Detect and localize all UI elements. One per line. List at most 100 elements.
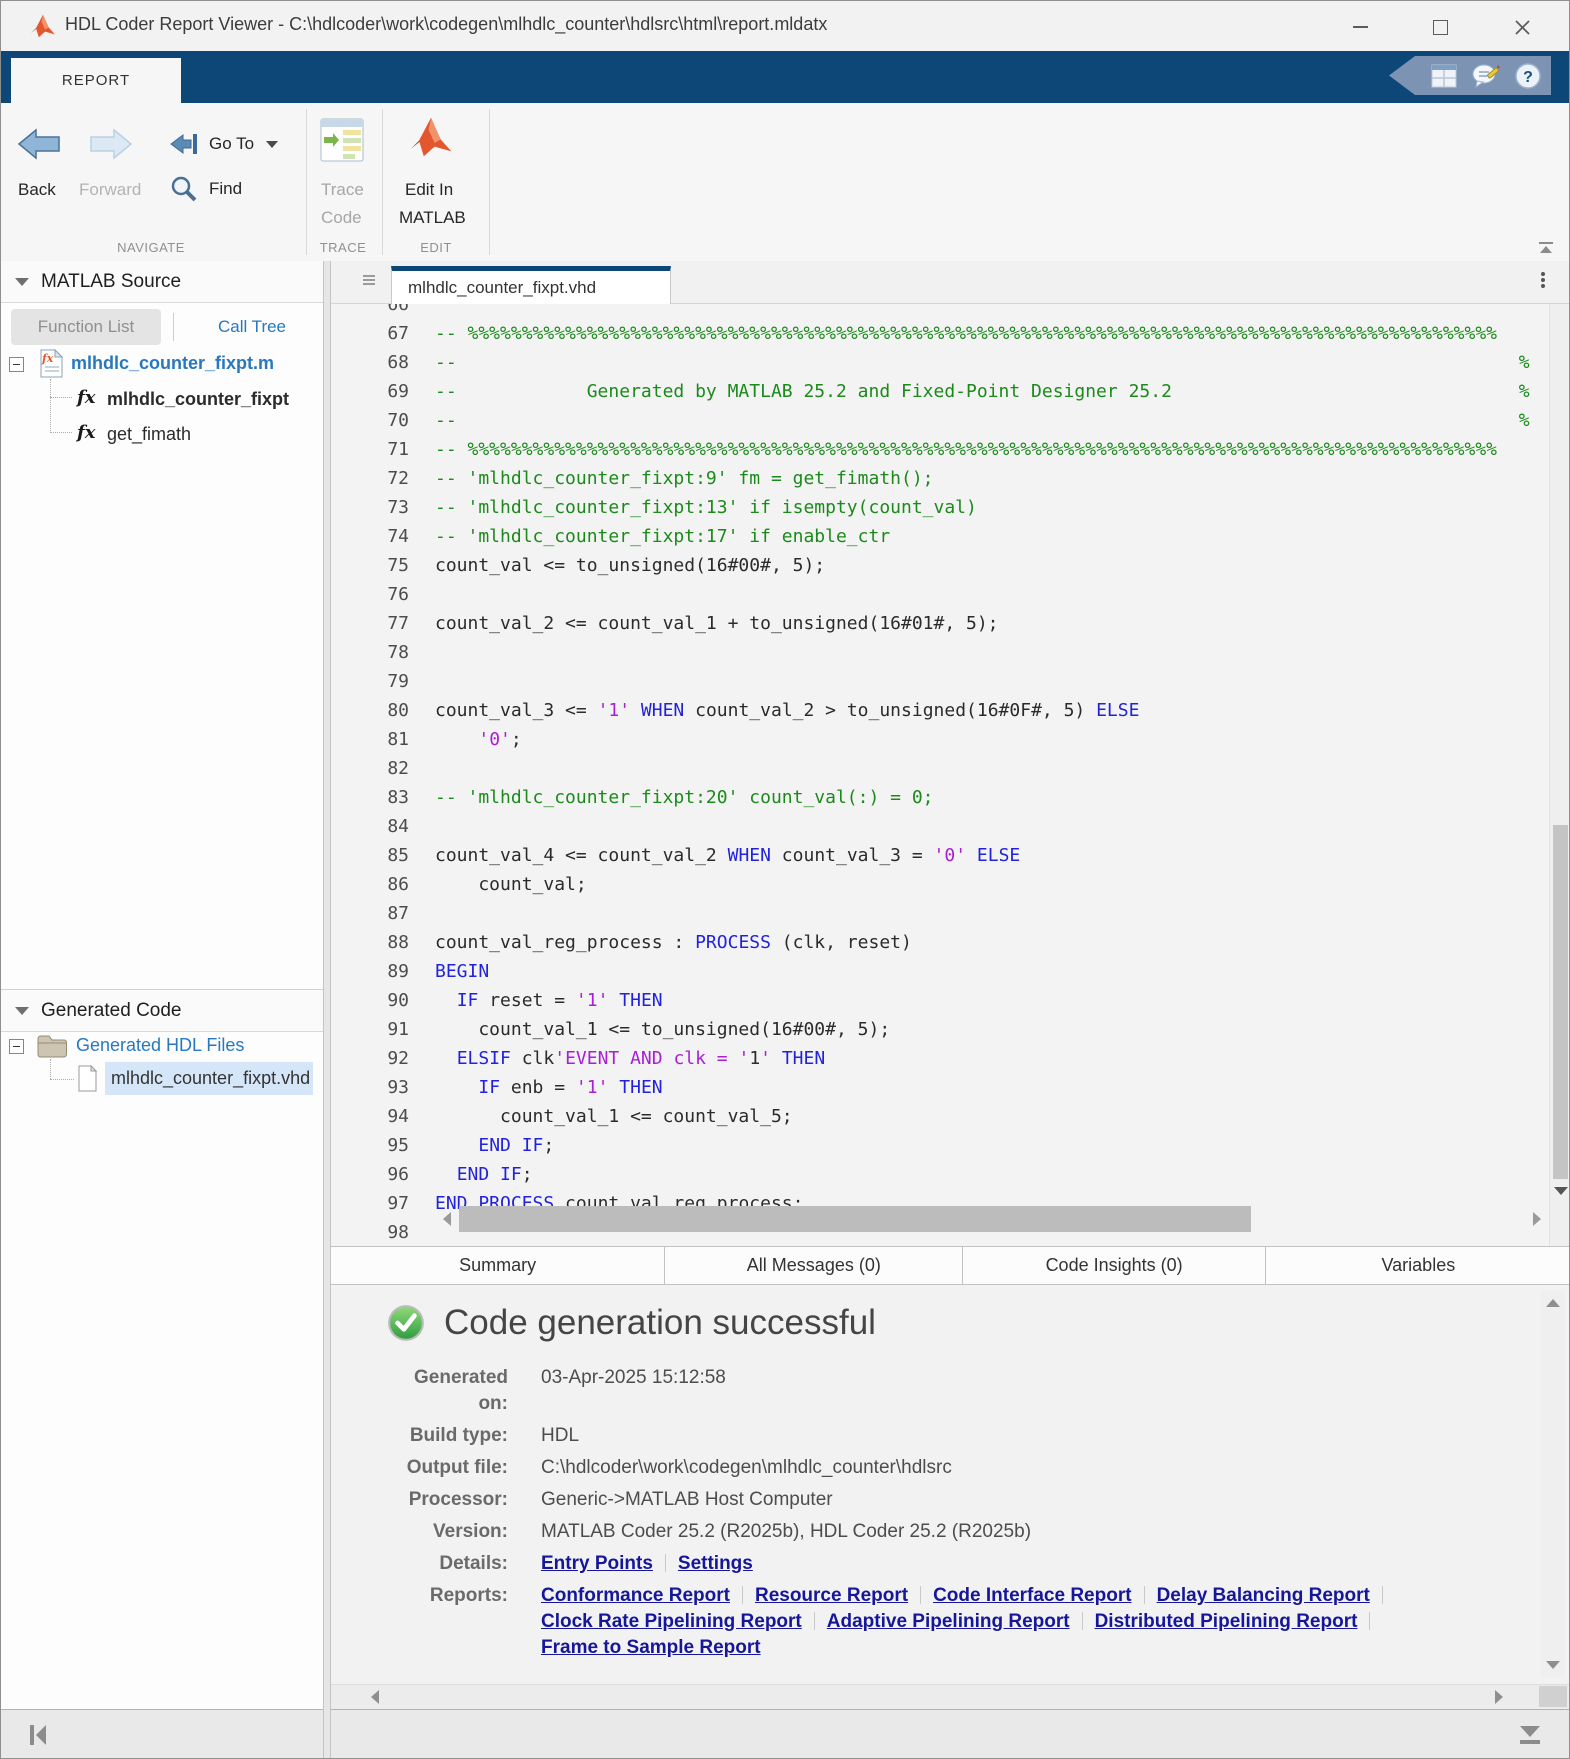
scroll-right-icon[interactable] (1495, 1690, 1503, 1704)
generated-code-header[interactable]: Generated Code (1, 989, 323, 1032)
trace-code-button[interactable] (319, 117, 365, 168)
scroll-down-icon[interactable] (1546, 1661, 1560, 1669)
matlab-source-panel (1, 261, 323, 1709)
skip-to-start-icon[interactable] (27, 1723, 49, 1747)
scroll-left-icon[interactable] (371, 1690, 379, 1704)
tab-drag-handle-icon[interactable] (363, 273, 375, 287)
field-label: Output file: (396, 1455, 508, 1481)
minimize-button[interactable] (1337, 15, 1383, 39)
field-version: Version: MATLAB Coder 25.2 (R2025b), HDL… (396, 1519, 1546, 1545)
editor-tab-vhd[interactable]: mlhdlc_counter_fixpt.vhd (391, 266, 671, 304)
tab-all-messages[interactable]: All Messages (0) (664, 1247, 962, 1284)
summary-link[interactable]: Conformance Report (541, 1585, 730, 1606)
toolbar: Back Forward Go To Find NAVIGATE (1, 103, 1569, 262)
summary-link[interactable]: Entry Points (541, 1553, 653, 1574)
summary-fields: Generated on: 03-Apr-2025 15:12:58 Build… (396, 1365, 1546, 1667)
forward-label: Forward (79, 180, 141, 200)
editor-tab-bar: mlhdlc_counter_fixpt.vhd (331, 261, 1570, 304)
layout-grid-icon[interactable] (1431, 64, 1457, 88)
maximize-icon (1433, 20, 1448, 35)
link-separator (665, 1554, 666, 1572)
code-hscroll-thumb[interactable] (459, 1206, 1251, 1232)
tree-expander[interactable] (9, 1039, 24, 1054)
forward-icon (89, 127, 133, 161)
tree-connector (50, 1079, 74, 1080)
edit-in-matlab-label-1: Edit In (405, 180, 453, 200)
close-button[interactable] (1499, 15, 1545, 39)
field-label: Version: (396, 1519, 508, 1545)
summary-link[interactable]: Frame to Sample Report (541, 1637, 761, 1658)
tab-summary[interactable]: Summary (331, 1247, 664, 1284)
scroll-left-icon[interactable] (443, 1212, 451, 1226)
field-build-type: Build type: HDL (396, 1423, 1546, 1449)
matlab-source-title: MATLAB Source (41, 271, 181, 293)
section-trace: TRACE (307, 240, 379, 255)
title-bar: HDL Coder Report Viewer - C:\hdlcoder\wo… (1, 1, 1569, 51)
tree-item-generated-hdl-files[interactable]: Generated HDL Files (76, 1035, 244, 1056)
source-view-tabs: Function List Call Tree (1, 304, 323, 350)
help-icon[interactable]: ? (1515, 63, 1541, 89)
trace-code-icon (319, 117, 365, 163)
tree-expander[interactable] (9, 357, 24, 372)
skip-to-bottom-icon[interactable] (1517, 1722, 1543, 1748)
back-icon (17, 127, 61, 161)
tree-item-function[interactable]: mlhdlc_counter_fixpt (107, 389, 289, 410)
code-horizontal-scrollbar[interactable] (331, 1206, 1549, 1246)
field-generated-on: Generated on: 03-Apr-2025 15:12:58 (396, 1365, 1546, 1417)
summary-link[interactable]: Distributed Pipelining Report (1095, 1611, 1358, 1632)
field-output-file: Output file: C:\hdlcoder\work\codegen\ml… (396, 1455, 1546, 1481)
summary-link[interactable]: Clock Rate Pipelining Report (541, 1611, 802, 1632)
toolbar-separator (306, 109, 307, 255)
scroll-up-icon[interactable] (1546, 1299, 1560, 1307)
link-separator (1144, 1586, 1145, 1604)
field-label: Reports: (396, 1583, 508, 1661)
edit-in-matlab-button[interactable] (407, 115, 455, 164)
summary-link[interactable]: Settings (678, 1553, 753, 1574)
panel-splitter[interactable] (323, 261, 331, 1759)
matlab-source-header[interactable]: MATLAB Source (1, 261, 323, 303)
find-button[interactable]: Find (169, 175, 242, 203)
feedback-comment-pencil-icon[interactable] (1471, 63, 1501, 89)
summary-horizontal-scrollbar[interactable] (331, 1684, 1570, 1709)
toolbar-separator (382, 109, 383, 255)
trace-code-label-2: Code (321, 208, 362, 228)
status-headline: Code generation successful (444, 1303, 876, 1343)
collapse-section-icon (15, 1007, 29, 1015)
summary-scroll-strip (331, 1709, 1570, 1759)
goto-dropdown-icon (266, 141, 278, 148)
tab-overflow-menu-icon[interactable] (1541, 270, 1545, 290)
field-value: Generic->MATLAB Host Computer (541, 1487, 833, 1513)
forward-button[interactable] (89, 127, 133, 166)
back-button[interactable] (17, 127, 61, 166)
field-label: Details: (396, 1551, 508, 1577)
reports-links: Conformance Report Resource Report Code In… (541, 1583, 1411, 1661)
scroll-right-icon[interactable] (1533, 1212, 1541, 1226)
summary-link[interactable]: Code Interface Report (933, 1585, 1131, 1606)
trace-code-label-1: Trace (321, 180, 364, 200)
svg-text:?: ? (1523, 69, 1533, 86)
code-editor[interactable]: 6667-- %%%%%%%%%%%%%%%%%%%%%%%%%%%%%%%%%… (331, 304, 1570, 1246)
field-label: Generated on: (396, 1365, 508, 1417)
goto-button[interactable]: Go To (169, 131, 278, 157)
summary-vertical-scrollbar[interactable] (1541, 1291, 1565, 1677)
scroll-down-icon[interactable] (1554, 1187, 1568, 1195)
tab-variables[interactable]: Variables (1265, 1247, 1570, 1284)
tab-code-insights[interactable]: Code Insights (0) (962, 1247, 1264, 1284)
summary-link[interactable]: Resource Report (755, 1585, 908, 1606)
summary-link[interactable]: Delay Balancing Report (1157, 1585, 1370, 1606)
code-vscroll-thumb[interactable] (1553, 825, 1568, 1179)
summary-panel: Code generation successful Generated on:… (331, 1285, 1570, 1684)
window-title: HDL Coder Report Viewer - C:\hdlcoder\wo… (65, 14, 827, 35)
tree-item-generated-vhd-file[interactable]: mlhdlc_counter_fixpt.vhd (111, 1068, 310, 1089)
collapse-toolstrip-button[interactable] (1537, 241, 1555, 260)
generated-code-title: Generated Code (41, 1000, 182, 1022)
tree-item-source-file[interactable]: mlhdlc_counter_fixpt.m (71, 353, 274, 374)
tab-call-tree[interactable]: Call Tree (197, 309, 307, 345)
details-links: Entry Points Settings (541, 1551, 1411, 1577)
tree-item-function[interactable]: get_fimath (107, 424, 191, 445)
maximize-button[interactable] (1417, 15, 1463, 39)
ribbon-tab-report[interactable]: REPORT (11, 58, 181, 103)
tab-function-list[interactable]: Function List (11, 309, 161, 345)
summary-link[interactable]: Adaptive Pipelining Report (827, 1611, 1070, 1632)
code-vertical-scrollbar[interactable] (1549, 304, 1570, 1246)
